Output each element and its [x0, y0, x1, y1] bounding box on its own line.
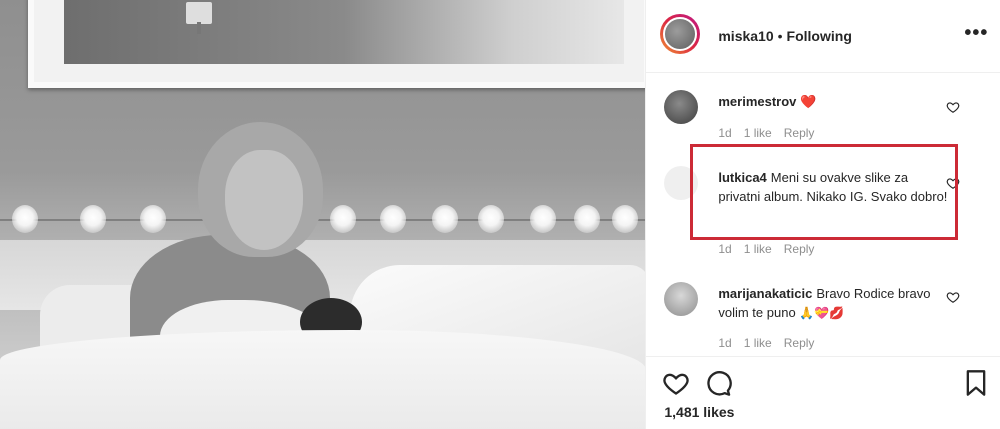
comment-text: merimestrov ❤️ [718, 92, 948, 111]
light-bulb [612, 205, 638, 233]
comment-meta: 1d 1 like Reply [718, 242, 826, 256]
heart-icon[interactable] [662, 369, 690, 397]
likes-count[interactable]: 1,481 likes [664, 404, 734, 420]
mirror [28, 0, 646, 88]
mother-face [225, 150, 303, 250]
story-ring[interactable] [660, 14, 701, 54]
reply-button[interactable]: Reply [784, 242, 815, 256]
comment-meta: 1d 1 like Reply [718, 126, 826, 140]
action-bar [646, 356, 1000, 397]
heart-icon[interactable] [946, 290, 960, 304]
reply-button[interactable]: Reply [784, 126, 815, 140]
light-bulb [432, 205, 458, 233]
comment-username[interactable]: marijanakaticic [718, 286, 812, 301]
light-bulb [80, 205, 106, 233]
comment-text: marijanakaticic Bravo Rodice bravo volim … [718, 284, 948, 323]
comment-meta: 1d 1 like Reply [718, 336, 826, 350]
comment-icon[interactable] [704, 369, 733, 397]
reply-button[interactable]: Reply [784, 336, 815, 350]
lamp-shade [186, 2, 212, 24]
comment-time[interactable]: 1d [718, 126, 731, 140]
light-bulb [12, 205, 38, 233]
avatar[interactable] [664, 282, 699, 316]
highlight-box [690, 144, 958, 240]
comment-likes[interactable]: 1 like [744, 336, 772, 350]
avatar[interactable] [663, 17, 698, 51]
comment-time[interactable]: 1d [718, 336, 731, 350]
more-icon[interactable]: ••• [964, 22, 988, 45]
light-bulb [140, 205, 166, 233]
comment-time[interactable]: 1d [718, 242, 731, 256]
heart-icon[interactable] [946, 100, 960, 114]
instagram-post: miska10 • Following ••• merimestrov ❤️ 1d 1 … [0, 0, 1000, 429]
light-bulb [530, 205, 556, 233]
comment-emoji: 🙏💝💋 [799, 306, 845, 320]
light-bulb [330, 205, 356, 233]
comment-username[interactable]: merimestrov [718, 94, 796, 109]
header-user-line: miska10 • Following [718, 28, 852, 44]
bookmark-icon[interactable] [962, 369, 990, 397]
post-header: miska10 • Following ••• [646, 0, 1000, 73]
separator-dot: • [777, 28, 783, 44]
avatar[interactable] [664, 90, 699, 124]
comment-likes[interactable]: 1 like [744, 126, 772, 140]
header-username[interactable]: miska10 [718, 28, 773, 44]
comment-likes[interactable]: 1 like [744, 242, 772, 256]
post-photo[interactable] [0, 0, 646, 429]
light-bulb [478, 205, 504, 233]
comment-emoji: ❤️ [800, 94, 817, 109]
bed-blanket [0, 330, 646, 429]
follow-status[interactable]: Following [787, 28, 852, 44]
light-bulb [574, 205, 600, 233]
light-bulb [380, 205, 406, 233]
